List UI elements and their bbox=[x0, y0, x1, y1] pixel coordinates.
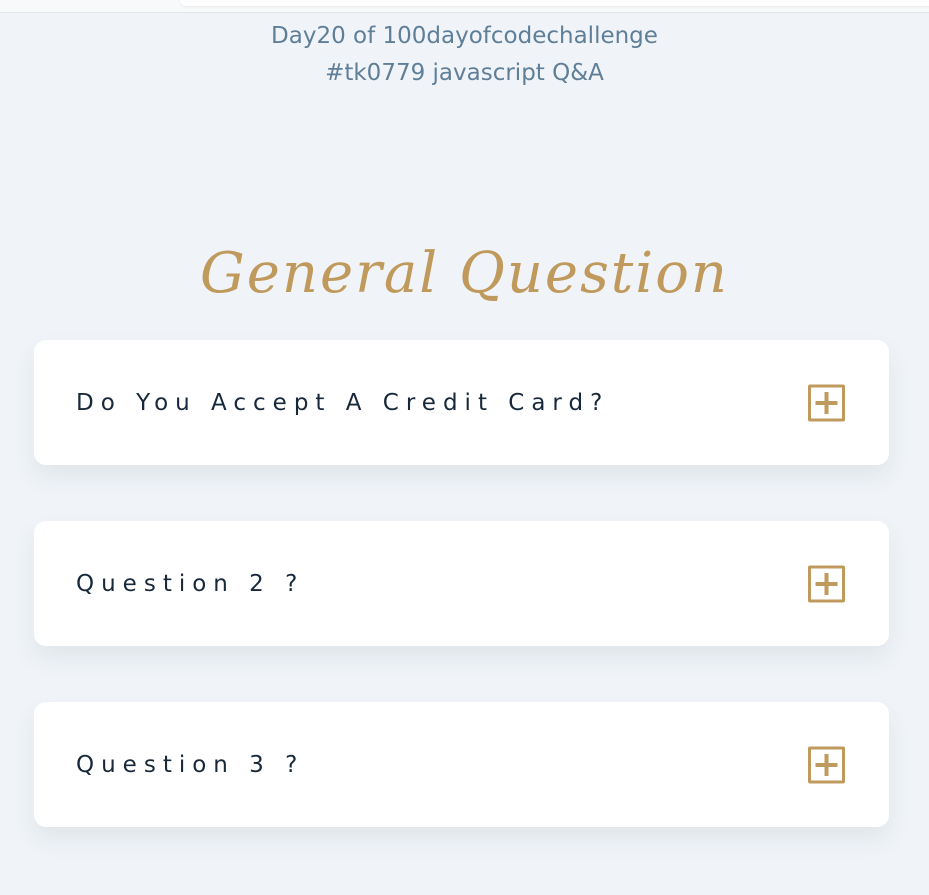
plus-square-icon[interactable] bbox=[808, 565, 845, 602]
header-line-2: #tk0779 javascript Q&A bbox=[325, 60, 604, 86]
faq-item-2[interactable]: Question 2 ? bbox=[34, 521, 889, 646]
faq-question-1[interactable]: Do You Accept A Credit Card? bbox=[76, 390, 609, 416]
faq-question-2[interactable]: Question 2 ? bbox=[76, 571, 304, 597]
header-line-1: Day20 of 100dayofcodechallenge bbox=[271, 23, 658, 49]
top-strip bbox=[0, 0, 929, 13]
faq-item-1[interactable]: Do You Accept A Credit Card? bbox=[34, 340, 889, 465]
faq-item-3[interactable]: Question 3 ? bbox=[34, 702, 889, 827]
plus-square-icon[interactable] bbox=[808, 384, 845, 421]
page-header: Day20 of 100dayofcodechallenge #tk0779 j… bbox=[0, 18, 929, 92]
plus-square-icon[interactable] bbox=[808, 746, 845, 783]
section-title: General Question bbox=[200, 241, 729, 306]
top-pill-edge bbox=[180, 0, 929, 6]
faq-question-3[interactable]: Question 3 ? bbox=[76, 752, 304, 778]
